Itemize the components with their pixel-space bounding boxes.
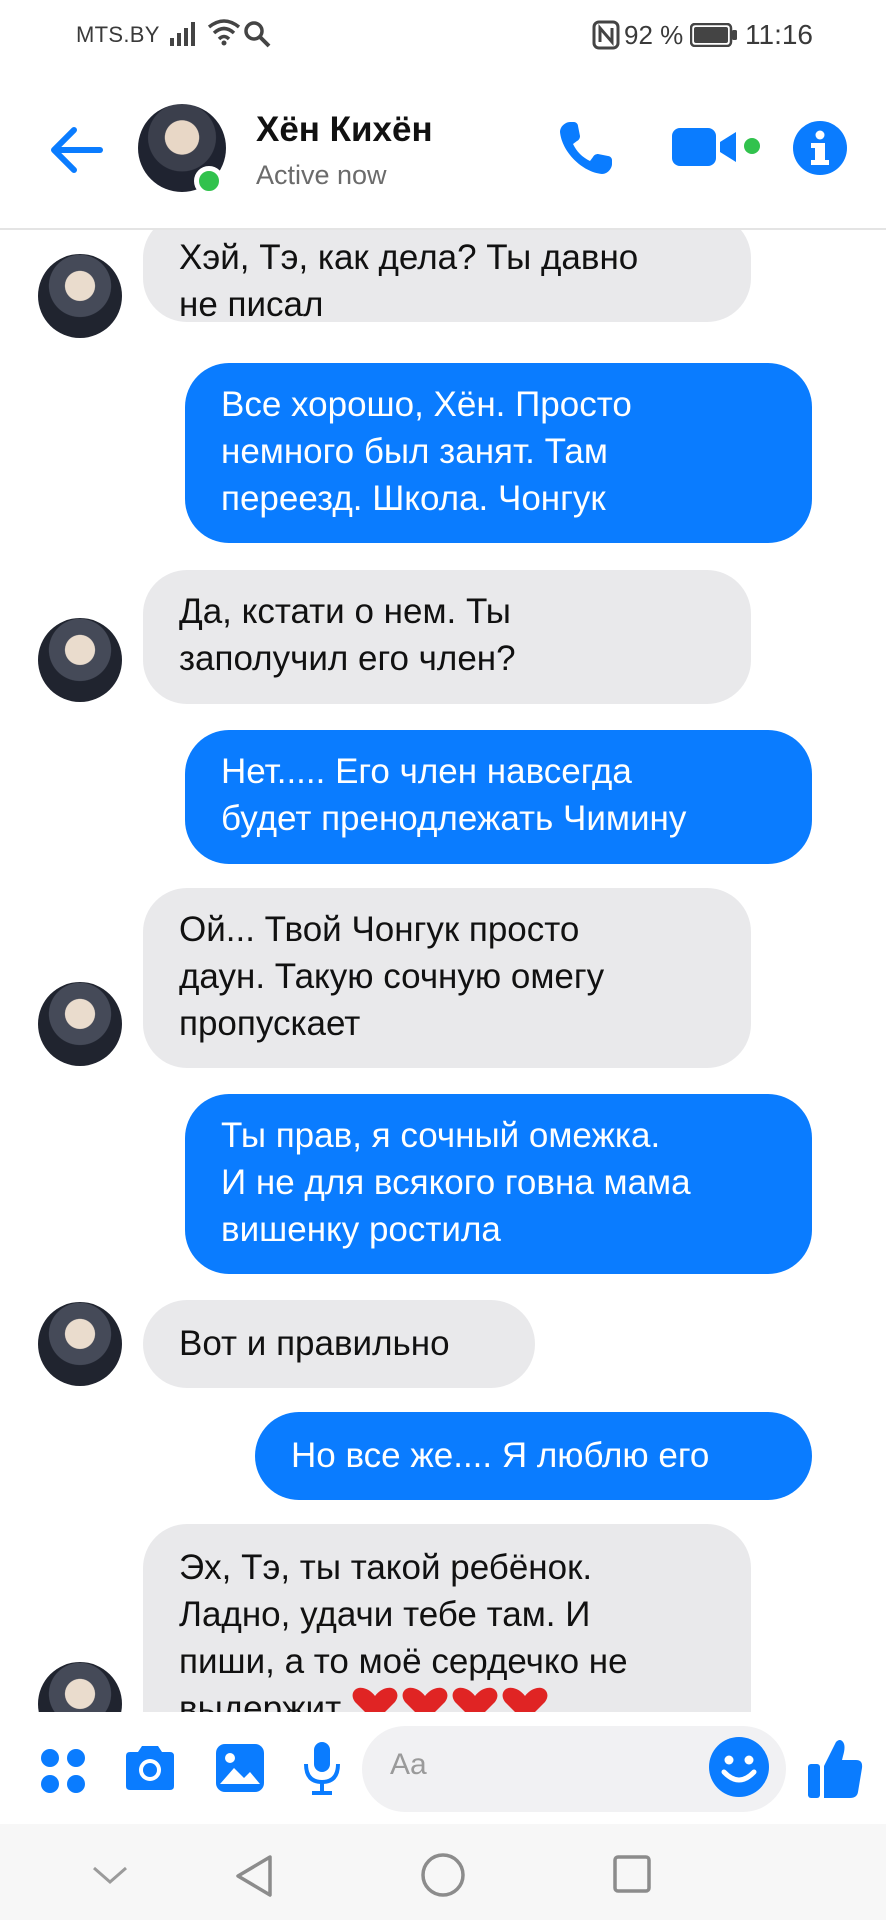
message-text: вишенку ростила bbox=[221, 1210, 501, 1249]
video-camera-icon[interactable] bbox=[670, 122, 760, 177]
battery-percent: 92 % bbox=[624, 20, 684, 50]
gallery-icon[interactable] bbox=[214, 1742, 266, 1799]
message-text: переезд. Школа. Чонгук bbox=[221, 479, 606, 518]
clock: 11:16 bbox=[745, 19, 813, 50]
incoming-message[interactable]: Ой... Твой Чонгук просто даун. Такую соч… bbox=[143, 888, 751, 1068]
outgoing-message[interactable]: Все хорошо, Хён. Просто немного был заня… bbox=[185, 363, 812, 543]
home-circle-icon[interactable] bbox=[420, 1852, 466, 1903]
sender-avatar[interactable] bbox=[38, 618, 122, 702]
phone-icon[interactable] bbox=[556, 118, 616, 183]
recents-square-icon[interactable] bbox=[612, 1854, 652, 1899]
carrier-label: MTS.BY bbox=[76, 22, 160, 47]
contact-name[interactable]: Хён Кихён bbox=[256, 110, 433, 150]
status-bar: MTS.BY 92 % 11:16 bbox=[0, 0, 886, 72]
message-text: Ой... Твой Чонгук просто bbox=[179, 910, 580, 949]
sender-avatar[interactable] bbox=[38, 1302, 122, 1386]
incoming-message[interactable]: Хэй, Тэ, как дела? Ты давно не писал bbox=[143, 230, 751, 324]
message-text: Все хорошо, Хён. Просто bbox=[221, 385, 632, 424]
message-text: Да, кстати о нем. Ты bbox=[179, 592, 511, 631]
sender-avatar[interactable] bbox=[38, 254, 122, 338]
message-text: Ты прав, я сочный омежка. bbox=[221, 1116, 661, 1155]
incoming-message[interactable]: Эх, Тэ, ты такой ребёнок. Ладно, удачи т… bbox=[143, 1524, 751, 1712]
incoming-message[interactable]: Да, кстати о нем. Ты заполучил его член? bbox=[143, 570, 751, 704]
system-navigation-bar bbox=[0, 1824, 886, 1920]
message-text: не писал bbox=[179, 285, 324, 324]
info-icon[interactable] bbox=[792, 120, 848, 181]
message-composer: Aa bbox=[0, 1714, 886, 1824]
message-input-placeholder: Aa bbox=[390, 1748, 427, 1781]
back-triangle-icon[interactable] bbox=[234, 1854, 274, 1903]
camera-icon[interactable] bbox=[122, 1744, 178, 1797]
outgoing-message[interactable]: Ты прав, я сочный омежка. И не для всяко… bbox=[185, 1094, 812, 1274]
message-text: пропускает bbox=[179, 1004, 361, 1043]
outgoing-message[interactable]: Но все же.... Я люблю его bbox=[255, 1412, 812, 1500]
message-text: даун. Такую сочную омегу bbox=[179, 957, 605, 996]
sender-avatar[interactable] bbox=[38, 1662, 122, 1712]
conversation-header: Хён Кихён Active now bbox=[0, 72, 886, 230]
sender-avatar[interactable] bbox=[38, 982, 122, 1066]
heart-icon bbox=[351, 1686, 551, 1712]
message-text: И не для всякого говна мама bbox=[221, 1163, 691, 1202]
apps-icon[interactable] bbox=[40, 1748, 86, 1799]
message-list[interactable]: Хэй, Тэ, как дела? Ты давно не писал Все… bbox=[0, 230, 886, 1712]
message-text: пиши, а то моё сердечко не bbox=[179, 1642, 628, 1681]
message-text: выдержит bbox=[179, 1689, 342, 1712]
outgoing-message[interactable]: Нет..... Его член навсегда будет пренодл… bbox=[185, 730, 812, 864]
signal-icon bbox=[170, 20, 200, 51]
microphone-icon[interactable] bbox=[302, 1740, 342, 1801]
contact-active-status: Active now bbox=[256, 160, 387, 190]
message-text: Но все же.... Я люблю его bbox=[291, 1436, 710, 1475]
message-text: заполучил его член? bbox=[179, 639, 516, 678]
wifi-icon bbox=[207, 18, 241, 51]
back-arrow-icon[interactable] bbox=[48, 122, 104, 178]
message-text: Ладно, удачи тебе там. И bbox=[179, 1595, 591, 1634]
emoji-icon[interactable] bbox=[708, 1736, 770, 1803]
search-icon bbox=[243, 20, 271, 53]
message-text: немного был занят. Там bbox=[221, 432, 608, 471]
collapse-chevron-icon[interactable] bbox=[92, 1866, 128, 1891]
active-status-dot bbox=[194, 166, 224, 196]
message-text: будет пренодлежать Чимину bbox=[221, 799, 687, 838]
message-text: Нет..... Его член навсегда bbox=[221, 752, 632, 791]
message-text: Хэй, Тэ, как дела? Ты давно bbox=[179, 238, 639, 277]
battery-icon bbox=[689, 22, 738, 52]
nfc-icon bbox=[592, 20, 620, 55]
message-text: Вот и правильно bbox=[179, 1324, 450, 1363]
thumbs-up-icon[interactable] bbox=[806, 1738, 864, 1805]
incoming-message[interactable]: Вот и правильно bbox=[143, 1300, 535, 1388]
message-text: Эх, Тэ, ты такой ребёнок. bbox=[179, 1548, 593, 1587]
